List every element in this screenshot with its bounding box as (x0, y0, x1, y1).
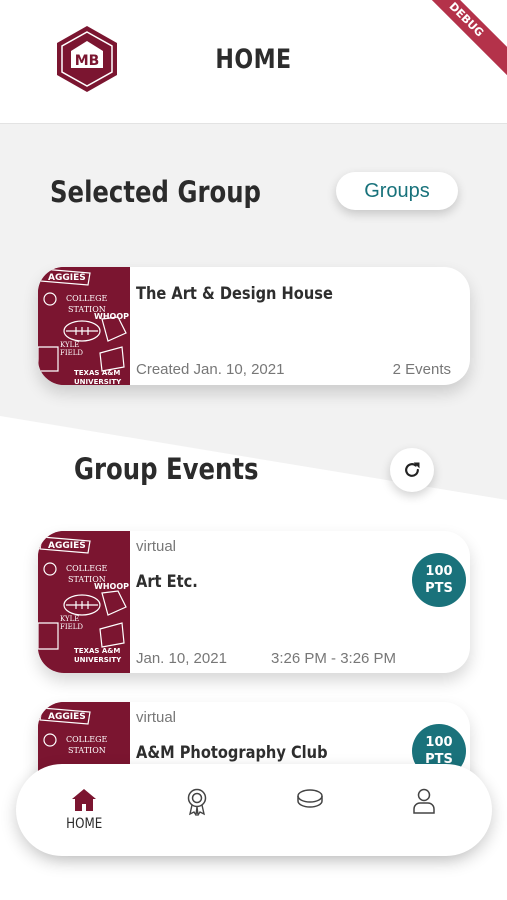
svg-text:FIELD: FIELD (60, 349, 83, 357)
svg-text:STATION: STATION (68, 746, 106, 755)
group-events-title: Group Events (74, 452, 259, 486)
svg-text:TEXAS A&M: TEXAS A&M (74, 369, 120, 377)
aggies-art-image: AGGIES COLLEGE STATION WHOOP! KYLE FIELD… (38, 267, 130, 385)
app-header: MB HOME (0, 0, 507, 124)
selected-group-card[interactable]: AGGIES COLLEGE STATION WHOOP! KYLE FIELD… (38, 267, 470, 385)
points-value: 100 (425, 735, 453, 750)
event-thumbnail: AGGIES COLLEGE STATION WHOOP! KYLE FIELD… (38, 531, 130, 673)
svg-text:COLLEGE: COLLEGE (66, 564, 108, 573)
event-type: virtual (136, 709, 177, 726)
page-title: HOME (215, 44, 292, 75)
groups-button[interactable]: Groups (336, 172, 458, 210)
refresh-icon (405, 462, 420, 477)
svg-text:COLLEGE: COLLEGE (66, 735, 108, 744)
nav-coins[interactable] (270, 764, 350, 856)
event-card[interactable]: AGGIES COLLEGE STATION WHOOP! KYLE FIELD… (38, 531, 470, 673)
svg-text:TEXAS A&M: TEXAS A&M (74, 647, 120, 655)
award-icon (187, 788, 207, 816)
svg-text:COLLEGE: COLLEGE (66, 294, 108, 303)
group-name: The Art & Design House (136, 284, 333, 304)
group-created-date: Created Jan. 10, 2021 (136, 361, 285, 378)
user-icon (413, 788, 435, 814)
svg-text:FIELD: FIELD (60, 623, 83, 631)
svg-text:UNIVERSITY: UNIVERSITY (74, 378, 122, 385)
svg-text:AGGIES: AGGIES (48, 273, 86, 283)
svg-text:AGGIES: AGGIES (48, 712, 86, 722)
nav-home-label: HOME (65, 816, 103, 832)
svg-text:AGGIES: AGGIES (48, 541, 86, 551)
points-value: 100 (425, 564, 453, 579)
event-date: Jan. 10, 2021 (136, 650, 227, 667)
svg-text:WHOOP!: WHOOP! (94, 312, 130, 321)
bottom-navigation: HOME (16, 764, 492, 856)
svg-text:UNIVERSITY: UNIVERSITY (74, 656, 122, 664)
home-icon (72, 789, 96, 811)
group-event-count: 2 Events (392, 361, 451, 378)
svg-text:KYLE: KYLE (60, 341, 79, 349)
coin-icon (297, 789, 323, 808)
nav-home[interactable]: HOME (44, 764, 124, 856)
aggies-art-image: AGGIES COLLEGE STATION WHOOP! KYLE FIELD… (38, 531, 130, 671)
nav-profile[interactable] (384, 764, 464, 856)
event-name: Art Etc. (136, 572, 198, 592)
selected-group-title: Selected Group (50, 175, 261, 209)
event-time: 3:26 PM - 3:26 PM (271, 650, 397, 667)
nav-rewards[interactable] (157, 764, 237, 856)
group-thumbnail: AGGIES COLLEGE STATION WHOOP! KYLE FIELD… (38, 267, 130, 385)
svg-text:KYLE: KYLE (60, 615, 79, 623)
points-badge: 100 PTS (412, 553, 466, 607)
event-type: virtual (136, 538, 177, 555)
refresh-button[interactable] (390, 448, 434, 492)
svg-text:WHOOP!: WHOOP! (94, 582, 130, 591)
points-unit: PTS (425, 581, 453, 596)
event-name: A&M Photography Club (136, 743, 328, 763)
